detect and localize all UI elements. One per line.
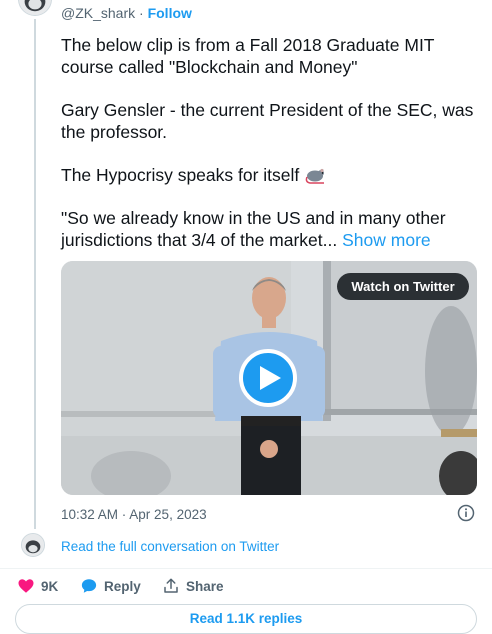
author-handle[interactable]: @ZK_shark: [61, 5, 135, 21]
watch-on-twitter-button[interactable]: Watch on Twitter: [337, 273, 469, 300]
heart-icon: [18, 579, 34, 593]
tweet-paragraph: The below clip is from a Fall 2018 Gradu…: [61, 35, 435, 77]
share-icon: [164, 578, 178, 593]
rat-icon: [304, 165, 328, 185]
show-more-link[interactable]: Show more: [342, 230, 431, 250]
play-icon: [260, 366, 281, 390]
separator: ·: [135, 5, 148, 21]
divider: [0, 568, 492, 569]
avatar-image: [22, 534, 44, 556]
tweet-paragraph: "So we already know in the US and in man…: [61, 207, 481, 251]
tweet-paragraph-text: The Hypocrisy speaks for itself: [61, 165, 300, 185]
share-label: Share: [186, 578, 224, 594]
video-player[interactable]: Watch on Twitter: [61, 261, 477, 495]
share-button[interactable]: Share: [162, 577, 224, 595]
reply-label: Reply: [104, 578, 141, 594]
tweet-text: The below clip is from a Fall 2018 Gradu…: [61, 34, 481, 251]
author-row: @ZK_shark · Follow: [61, 5, 192, 22]
avatar-small: [21, 533, 45, 557]
thread-line: [34, 19, 36, 529]
read-replies-button[interactable]: Read 1.1K replies: [15, 604, 477, 634]
avatar-image: [19, 0, 51, 15]
read-conversation-link[interactable]: Read the full conversation on Twitter: [61, 539, 279, 554]
reply-button[interactable]: Reply: [80, 577, 141, 595]
avatar[interactable]: [18, 0, 52, 16]
info-icon[interactable]: [457, 504, 475, 522]
timestamp[interactable]: 10:32 AM · Apr 25, 2023: [61, 507, 207, 522]
tweet-paragraph: The Hypocrisy speaks for itself: [61, 164, 481, 186]
play-button[interactable]: [239, 349, 297, 407]
reply-icon: [81, 579, 97, 593]
follow-button[interactable]: Follow: [148, 5, 192, 21]
like-button[interactable]: 9K: [17, 577, 58, 595]
like-count: 9K: [41, 578, 59, 594]
tweet-paragraph: Gary Gensler - the current President of …: [61, 100, 474, 142]
